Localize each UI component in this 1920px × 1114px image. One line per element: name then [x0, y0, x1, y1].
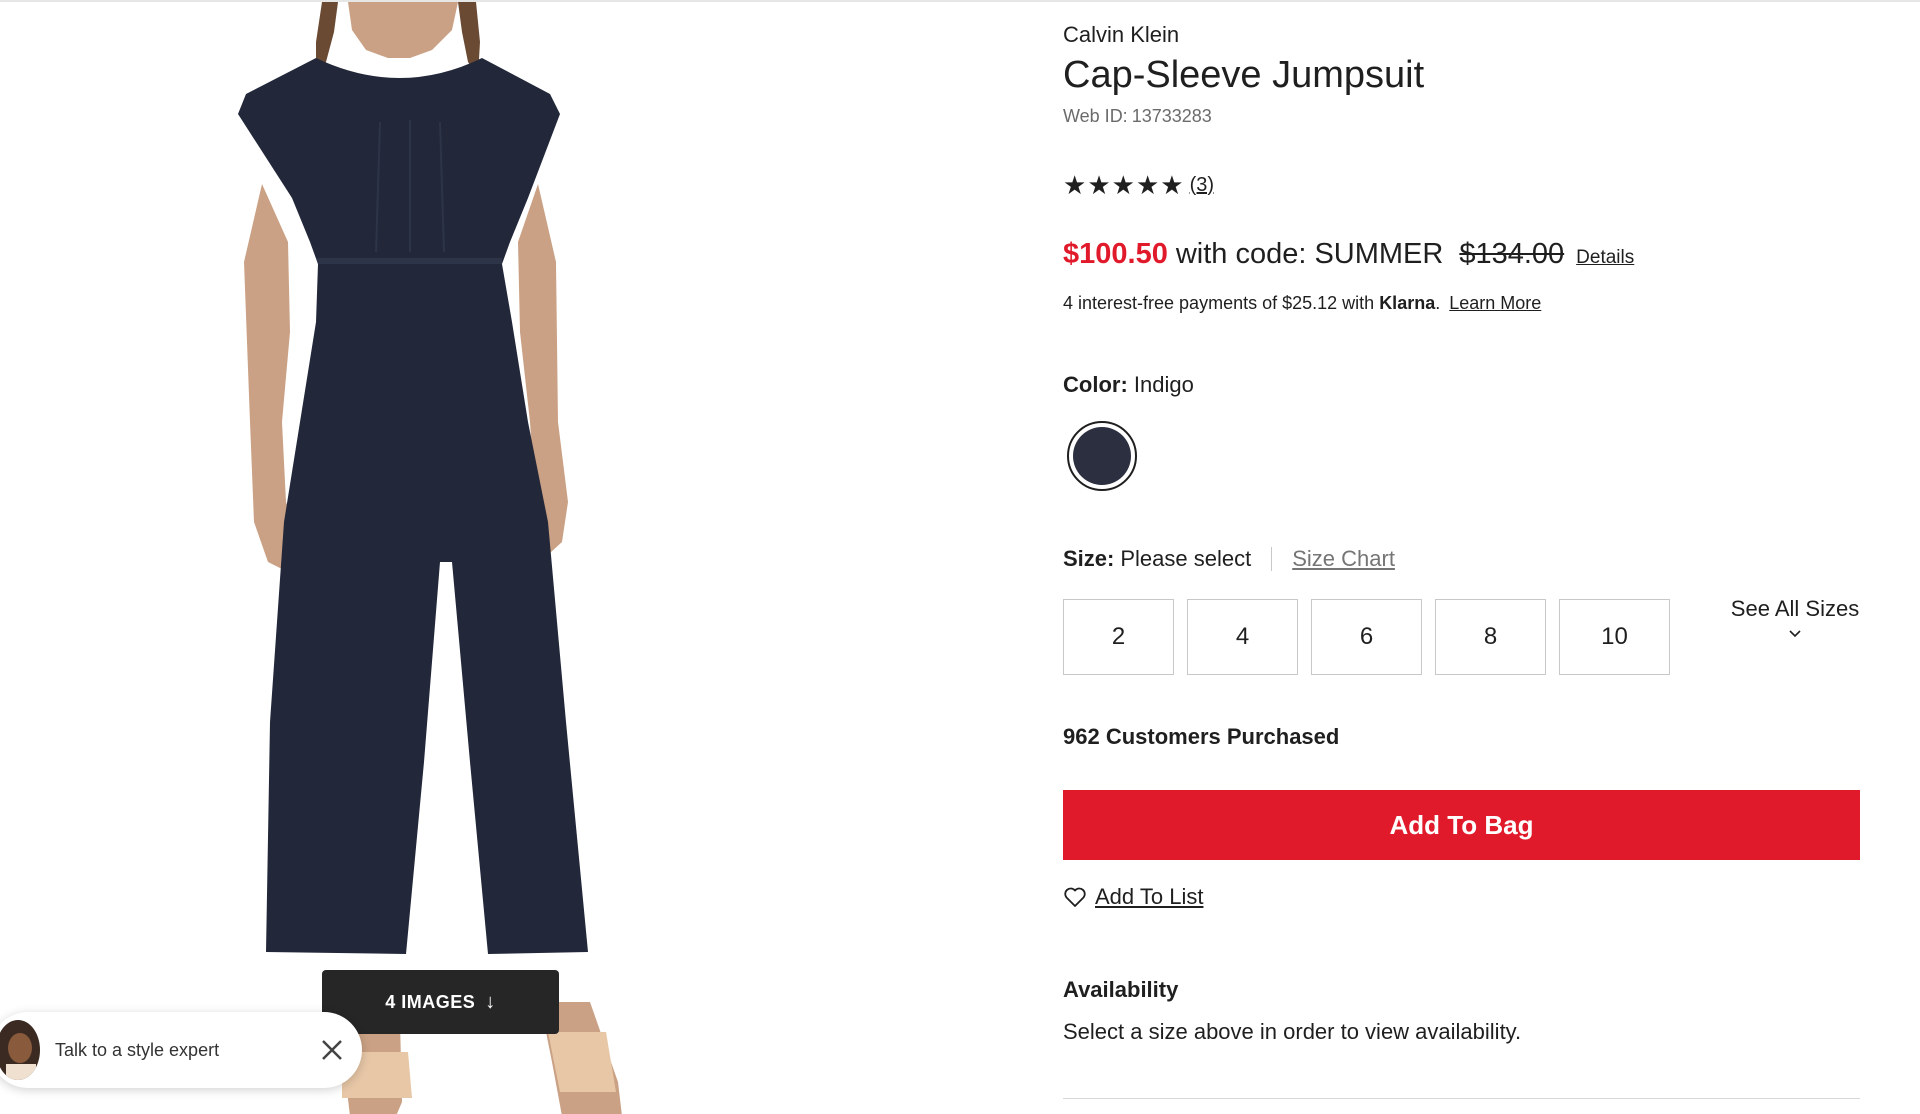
- rating: ★ ★ ★ ★ ★ (3): [1063, 172, 1214, 198]
- availability-title: Availability: [1063, 977, 1179, 1002]
- size-value: Please select: [1120, 546, 1252, 571]
- price-details-link[interactable]: Details: [1576, 247, 1634, 269]
- see-all-sizes-label: See All Sizes: [1730, 596, 1860, 621]
- heart-icon: [1064, 887, 1086, 907]
- web-id-value: 13733283: [1131, 106, 1212, 126]
- product-page: 4 IMAGES ↓ Talk to a style expert Calvin…: [0, 0, 1920, 1114]
- klarna-learn-more-link[interactable]: Learn More: [1449, 293, 1541, 313]
- color-swatch-indigo[interactable]: [1067, 421, 1137, 491]
- color-swatch-fill: [1073, 427, 1131, 485]
- size-options: 2 4 6 8 10: [1063, 599, 1670, 675]
- price-row: $100.50 with code: SUMMER $134.00 Detail…: [1063, 238, 1634, 271]
- size-label: Size:: [1063, 546, 1115, 571]
- close-icon[interactable]: [312, 1030, 352, 1070]
- see-all-sizes-button[interactable]: See All Sizes: [1725, 596, 1865, 640]
- chat-label: Talk to a style expert: [55, 1039, 220, 1060]
- color-label: Color:: [1063, 372, 1128, 397]
- image-counter-button[interactable]: 4 IMAGES ↓: [322, 970, 559, 1034]
- add-to-list-button[interactable]: Add To List: [1063, 884, 1203, 910]
- promo-code-text: with code: SUMMER: [1175, 238, 1444, 270]
- section-divider: [1063, 1098, 1860, 1099]
- add-to-bag-button[interactable]: Add To Bag: [1063, 790, 1860, 860]
- color-value: Indigo: [1133, 372, 1194, 397]
- image-counter-label: 4 IMAGES: [385, 991, 476, 1012]
- klarna-text: 4 interest-free payments of $25.12 with: [1063, 293, 1375, 313]
- add-to-list-label: Add To List: [1095, 884, 1204, 909]
- web-id: Web ID: 13733283: [1063, 106, 1212, 127]
- size-option-6[interactable]: 6: [1311, 599, 1422, 675]
- size-selection: Size: Please select Size Chart: [1063, 546, 1395, 572]
- star-icon: ★: [1135, 170, 1160, 200]
- chevron-down-icon: [1789, 630, 1801, 638]
- sandal-right: [548, 1032, 616, 1092]
- arrow-down-icon: ↓: [485, 990, 496, 1013]
- person-avatar-icon: [0, 1020, 40, 1080]
- size-divider: [1271, 547, 1273, 571]
- brand-name[interactable]: Calvin Klein: [1063, 22, 1179, 48]
- original-price: $134.00: [1459, 238, 1565, 270]
- size-option-8[interactable]: 8: [1435, 599, 1546, 675]
- availability-text: Select a size above in order to view ava…: [1063, 1019, 1522, 1044]
- product-image[interactable]: 4 IMAGES ↓ Talk to a style expert: [0, 2, 900, 1114]
- product-photo: [238, 2, 622, 1114]
- sale-price: $100.50: [1063, 238, 1168, 270]
- size-option-10[interactable]: 10: [1559, 599, 1670, 675]
- star-icon: ★: [1111, 170, 1135, 200]
- size-chart-link[interactable]: Size Chart: [1292, 546, 1395, 572]
- size-option-4[interactable]: 4: [1187, 599, 1298, 675]
- klarna-payments: 4 interest-free payments of $25.12 with …: [1063, 293, 1542, 313]
- color-selection: Color: Indigo: [1063, 372, 1194, 398]
- size-option-2[interactable]: 2: [1063, 599, 1174, 675]
- face: [348, 2, 458, 58]
- star-icon: ★: [1087, 170, 1111, 200]
- product-title: Cap-Sleeve Jumpsuit: [1063, 54, 1425, 96]
- star-rating: ★ ★ ★ ★ ★: [1063, 172, 1184, 198]
- customers-purchased: 962 Customers Purchased: [1063, 724, 1340, 749]
- waist-seam: [316, 258, 502, 264]
- review-count-link[interactable]: (3): [1190, 174, 1214, 197]
- web-id-label: Web ID:: [1063, 106, 1128, 126]
- style-expert-chat[interactable]: Talk to a style expert: [0, 1012, 362, 1088]
- star-icon: ★: [1063, 170, 1087, 200]
- star-icon: ★: [1160, 170, 1184, 200]
- klarna-logo: Klarna: [1379, 293, 1436, 313]
